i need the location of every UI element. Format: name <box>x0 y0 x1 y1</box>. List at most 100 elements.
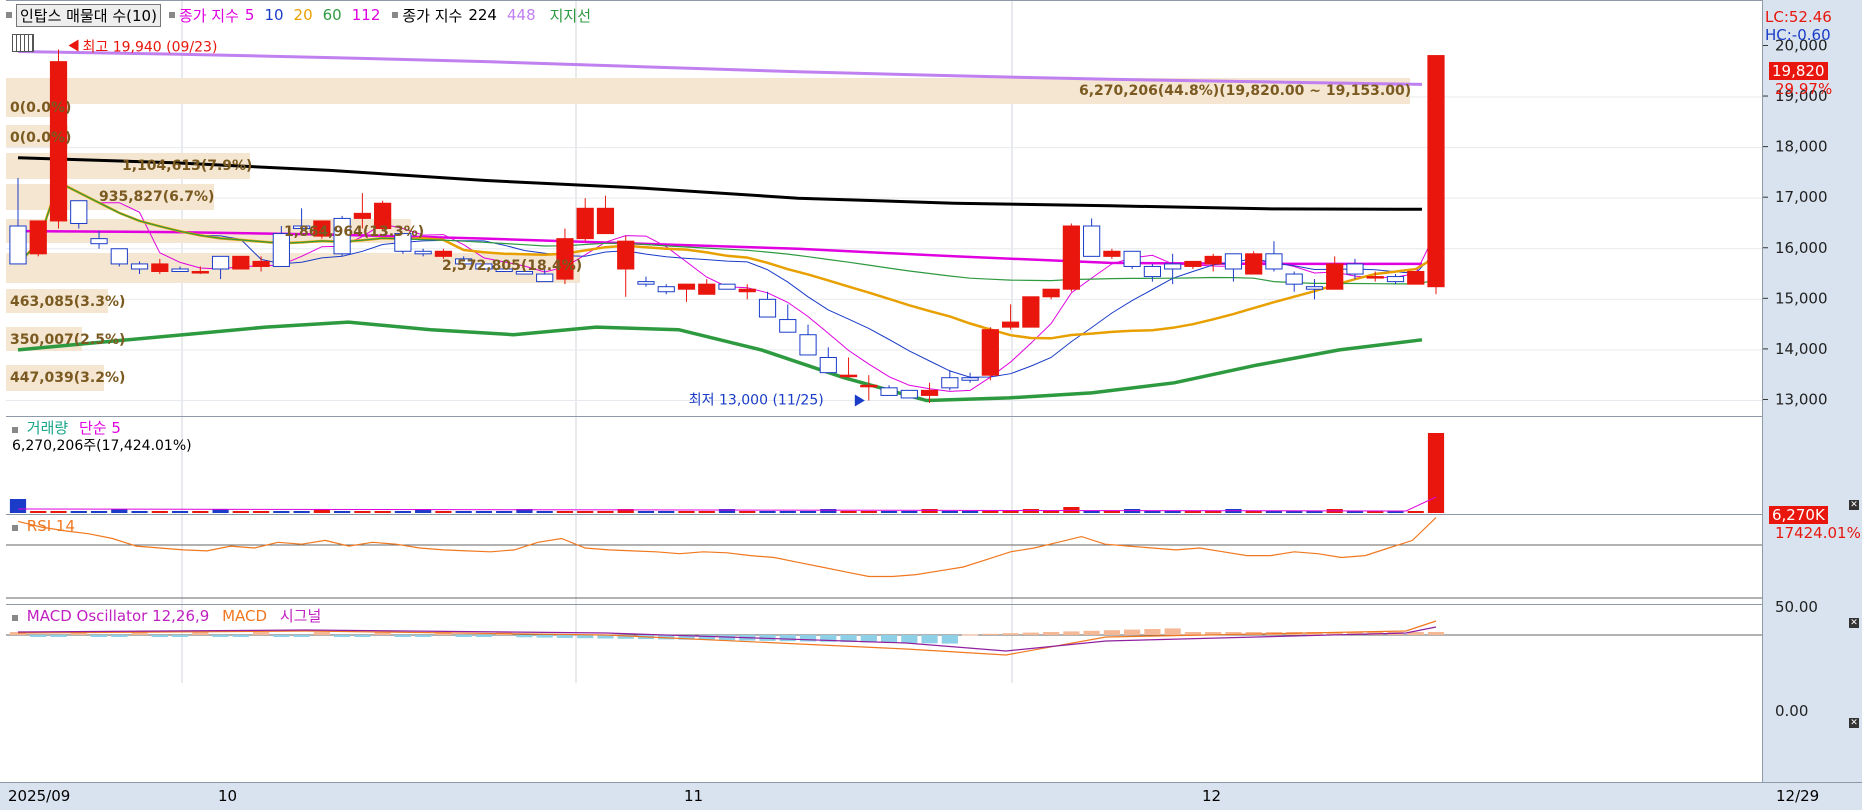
ma2-legend-label[interactable]: 종가 지수 <box>402 5 462 26</box>
candle <box>130 263 149 270</box>
indicator-title[interactable]: 인탑스 매물대 수(10) <box>16 3 161 27</box>
macd-histogram-bar <box>475 635 493 637</box>
volume-bar <box>334 511 351 513</box>
candle <box>1285 273 1303 285</box>
close-icon[interactable]: ✕ <box>1849 618 1859 628</box>
ma-period-224[interactable]: 224 <box>468 6 497 24</box>
volume-bar <box>131 511 148 513</box>
volume-bar <box>1002 511 1019 513</box>
price-chart[interactable]: 6,270,206(44.8%)(19,820.00 ~ 19,153.00) 0… <box>6 1 1762 417</box>
candle <box>617 240 635 270</box>
volume-bar <box>455 511 472 513</box>
candle <box>1083 225 1101 257</box>
candle <box>1407 271 1425 285</box>
signal-label[interactable]: 시그널 <box>280 607 321 625</box>
candle <box>839 374 858 378</box>
legend-marker-icon <box>12 615 18 621</box>
ma-legend-label[interactable]: 종가 지수 <box>179 5 239 26</box>
ma-period-20[interactable]: 20 <box>294 6 313 24</box>
volume-zone-label: 447,039(3.2%) <box>10 370 125 386</box>
candle <box>353 212 371 219</box>
axis-tick-label: 15,000 <box>1775 289 1828 307</box>
date-axis[interactable]: 2025/09 10 11 12 12/29 <box>0 782 1862 810</box>
date-label: 10 <box>218 787 238 805</box>
ma-period-60[interactable]: 60 <box>323 6 342 24</box>
macd-histogram-bar <box>799 635 817 642</box>
volume-pane[interactable]: 거래량 단순 5 6,270,206주(17,424.01%) <box>6 416 1762 515</box>
rsi-pane[interactable]: RSI 14 <box>6 514 1762 605</box>
macd-histogram-bar <box>1022 632 1039 635</box>
table-icon[interactable] <box>12 34 34 52</box>
ma2-periods: 224 448 <box>468 6 545 24</box>
macd-histogram-bar <box>1083 630 1100 635</box>
candle <box>677 283 696 290</box>
price-axis[interactable]: 13,000 14,000 15,000 16,000 17,000 18,000 19,0… <box>1762 0 1862 782</box>
candle <box>1062 225 1080 290</box>
volume-chart[interactable] <box>6 417 1762 515</box>
high-price-note: 최고 19,940 (09/23) <box>83 40 218 56</box>
volume-bar <box>1103 511 1120 513</box>
volume-bar <box>30 511 47 513</box>
macd-histogram-bar <box>50 635 67 637</box>
macd-histogram-bar <box>1124 629 1141 635</box>
date-label: 12 <box>1202 787 1222 805</box>
volume-bar <box>982 511 999 513</box>
macd-histogram-bar <box>1144 629 1161 635</box>
macd-histogram-bar <box>516 635 533 638</box>
volume-ma-label[interactable]: 단순 5 <box>79 419 121 437</box>
price-axis-ticks: 13,00014,00015,00016,00017,00018,00019,0… <box>1763 36 1828 720</box>
candle <box>698 283 716 295</box>
legend-marker-icon <box>392 12 399 18</box>
candle <box>758 298 777 318</box>
volume-bar <box>941 511 958 513</box>
volume-change-label: 17424.01% <box>1775 524 1861 542</box>
candle <box>961 377 979 381</box>
candle <box>738 288 756 293</box>
ma-period-5[interactable]: 5 <box>245 6 255 24</box>
support-line-label[interactable]: 지지선 <box>550 5 591 26</box>
close-icon[interactable]: ✕ <box>1849 500 1859 510</box>
volume-title[interactable]: 거래량 <box>27 419 68 437</box>
macd-label[interactable]: MACD <box>222 607 267 625</box>
macd-histogram-bar <box>1103 630 1120 635</box>
macd-histogram-bar <box>111 635 128 637</box>
candle <box>1143 265 1162 278</box>
candle <box>110 248 128 265</box>
macd-histogram-bar <box>273 635 290 637</box>
volume-bar <box>840 511 857 513</box>
volume-bar <box>1427 433 1445 513</box>
ma-period-10[interactable]: 10 <box>264 6 283 24</box>
rsi-chart[interactable] <box>6 515 1762 605</box>
volume-bar <box>1083 511 1100 513</box>
candle <box>1427 55 1445 288</box>
candle <box>900 389 918 399</box>
macd-pane[interactable]: MACD Oscillator 12,26,9 MACD 시그널 <box>6 604 1762 683</box>
macd-histogram-bar <box>232 635 249 637</box>
candle <box>1224 253 1243 270</box>
close-icon[interactable]: ✕ <box>1849 718 1859 728</box>
volume-title-row: 거래량 단순 5 <box>12 419 121 437</box>
ma-period-112[interactable]: 112 <box>352 6 381 24</box>
candle <box>151 263 169 273</box>
candle <box>1001 321 1020 328</box>
macd-histogram-bar <box>252 632 270 635</box>
volume-bar <box>1205 511 1222 513</box>
hc-label: HC:-0.60 <box>1765 26 1831 44</box>
macd-histogram-bar <box>1043 632 1060 635</box>
volume-bar <box>192 511 209 513</box>
rsi-title[interactable]: RSI 14 <box>27 517 75 535</box>
macd-histogram-bar <box>901 635 918 643</box>
volume-zone-label: 350,007(2.5%) <box>10 332 125 348</box>
ma-period-448[interactable]: 448 <box>507 6 536 24</box>
macd-title-row: MACD Oscillator 12,26,9 MACD 시그널 <box>12 607 321 625</box>
last-change-label: 29.97% <box>1775 80 1833 98</box>
macd-osc-title[interactable]: MACD Oscillator 12,26,9 <box>27 607 210 625</box>
price-pane[interactable]: 6,270,206(44.8%)(19,820.00 ~ 19,153.00) 0… <box>6 0 1762 417</box>
candle <box>819 356 837 374</box>
macd-histogram-bar <box>1427 632 1445 635</box>
date-label: 12/29 <box>1776 787 1820 805</box>
volume-bar <box>1063 507 1080 513</box>
macd-histogram-bar <box>334 635 351 637</box>
candle <box>70 200 88 224</box>
volume-bar <box>820 509 837 513</box>
